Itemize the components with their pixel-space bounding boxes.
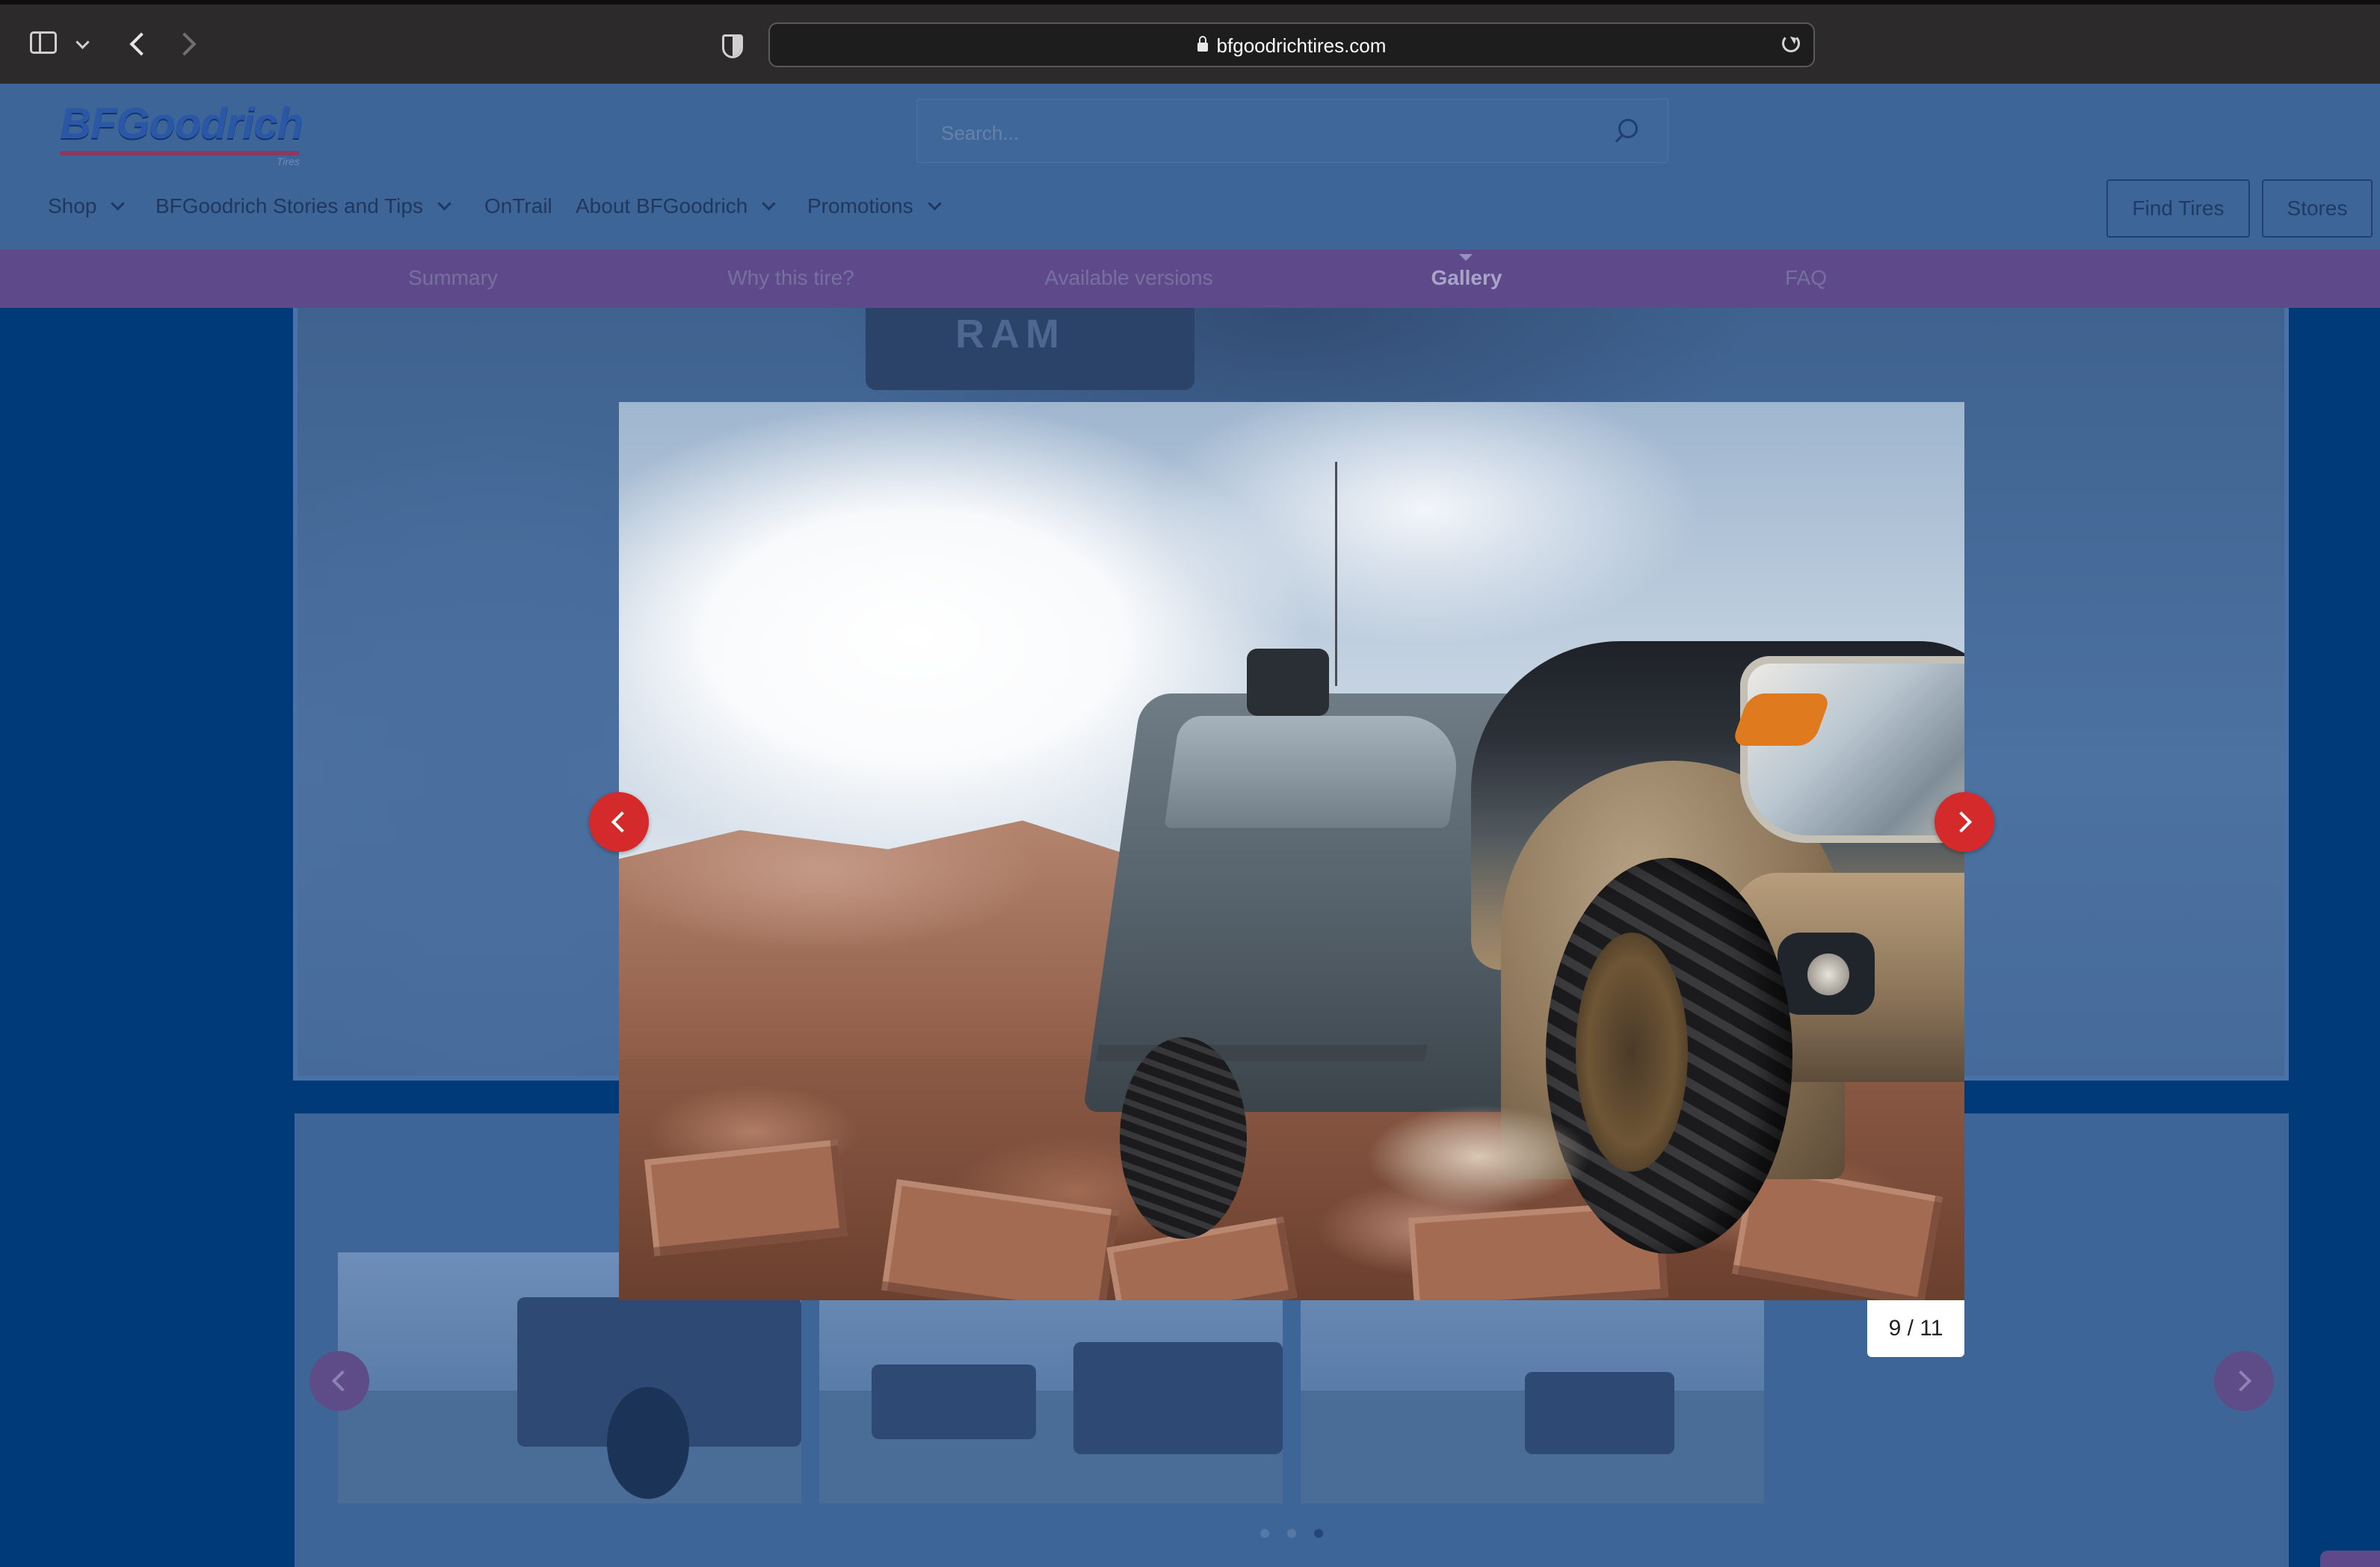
chevron-down-icon: [927, 197, 942, 211]
rear-tire: [1120, 1037, 1247, 1239]
carousel-dot-active[interactable]: [1314, 1529, 1323, 1538]
antenna: [1335, 462, 1337, 686]
rock: [644, 1139, 848, 1257]
stores-button[interactable]: Stores: [2262, 179, 2373, 238]
truck-grille: RAM: [866, 308, 1194, 390]
nav-label: BFGoodrich Stories and Tips: [155, 194, 423, 217]
dust-cloud: [1366, 1104, 1591, 1209]
tab-gallery[interactable]: Gallery: [1317, 266, 1616, 290]
chevron-down-icon: [762, 197, 777, 211]
logo-subtext: Tires: [277, 155, 300, 167]
thumb-trailer: [872, 1364, 1036, 1439]
nav-label: Shop: [48, 194, 97, 217]
lock-icon: [1197, 36, 1208, 52]
headlight: [1740, 656, 1964, 843]
nav-label: About BFGoodrich: [576, 194, 748, 217]
chevron-down-icon: [437, 197, 451, 211]
lightbox-image: [619, 402, 1964, 1300]
sidebar-toggle-icon[interactable]: [30, 31, 57, 54]
browser-toolbar: bfgoodrichtires.com: [0, 0, 2380, 84]
thumb-tire: [607, 1387, 689, 1499]
nav-item-about[interactable]: About BFGoodrich: [576, 194, 777, 218]
tab-why-this-tire[interactable]: Why this tire?: [641, 266, 940, 290]
search-placeholder: Search...: [941, 122, 1020, 144]
reload-icon[interactable]: [1782, 34, 1800, 52]
back-arrow-icon[interactable]: [129, 32, 153, 56]
site-header: BFGoodrich Tires Search... Shop BFGoodri…: [0, 84, 2380, 250]
grille-badge-text: RAM: [955, 312, 1065, 356]
nav-item-shop[interactable]: Shop: [48, 194, 126, 218]
address-bar[interactable]: bfgoodrichtires.com: [768, 22, 1815, 67]
nav-label: Promotions: [807, 194, 913, 217]
truck-window: [1164, 716, 1464, 828]
chevron-down-icon: [111, 197, 126, 211]
carousel-dot[interactable]: [1287, 1529, 1296, 1538]
carousel-next-button[interactable]: [2214, 1351, 2274, 1411]
tab-available-versions[interactable]: Available versions: [979, 266, 1278, 290]
nav-item-stories-and-tips[interactable]: BFGoodrich Stories and Tips: [155, 194, 451, 218]
chevron-down-icon[interactable]: [75, 35, 90, 49]
image-counter: 9 / 11: [1867, 1300, 1964, 1357]
active-tab-caret-icon: [1459, 254, 1473, 268]
thumb-truck: [1073, 1342, 1283, 1454]
url-text: bfgoodrichtires.com: [1216, 34, 1387, 57]
pickup-truck: [1082, 462, 1964, 1254]
carousel-prev-button[interactable]: [309, 1351, 369, 1411]
wheel-rim: [1576, 933, 1688, 1172]
nav-item-promotions[interactable]: Promotions: [807, 194, 942, 218]
lightbox-prev-button[interactable]: [589, 792, 649, 852]
find-tires-button[interactable]: Find Tires: [2106, 179, 2250, 238]
lightbox-next-button[interactable]: [1934, 792, 1994, 852]
side-mirror: [1247, 649, 1329, 716]
brand-logo[interactable]: BFGoodrich: [60, 99, 303, 149]
logo-underline: [60, 151, 299, 155]
nav-item-ontrail[interactable]: OnTrail: [484, 194, 552, 218]
privacy-shield-icon[interactable]: [722, 34, 743, 58]
search-icon[interactable]: [1618, 119, 1638, 138]
product-subnav: Summary Why this tire? Available version…: [0, 250, 2380, 308]
tab-faq[interactable]: FAQ: [1656, 266, 1955, 290]
forward-arrow-icon: [173, 32, 197, 56]
search-input[interactable]: Search...: [916, 99, 1668, 163]
tab-summary[interactable]: Summary: [303, 266, 602, 290]
thumb-truck: [1525, 1372, 1674, 1454]
chat-widget-tab[interactable]: [2320, 1551, 2380, 1567]
fog-lamp: [1778, 933, 1875, 1015]
carousel-dot[interactable]: [1260, 1529, 1269, 1538]
url-display: bfgoodrichtires.com: [770, 34, 1813, 58]
nav-label: OnTrail: [484, 194, 552, 217]
